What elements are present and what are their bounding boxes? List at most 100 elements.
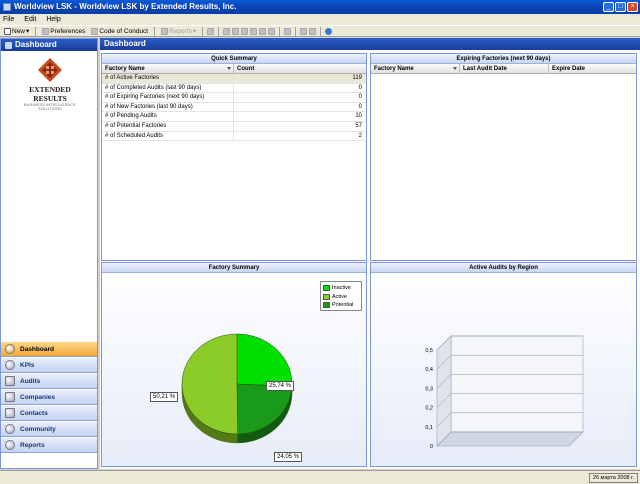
pie-slice-potential [236,383,293,435]
nav-item-companies[interactable]: Companies [1,389,97,405]
expiring-factories-header: Factory Name Last Audit Date Expire Date [371,64,636,74]
row-count: 10 [355,113,362,120]
legend-swatch-potential [323,302,330,309]
help-icon[interactable] [325,27,333,35]
logo-tagline: BUSINESS INTELLIGENCE SOLUTIONS [24,103,76,111]
pie-label-potential: 24,05 % [274,452,303,462]
pie-slice-inactive [236,333,293,387]
logo-mark-icon [38,58,62,82]
nav-item-kpis[interactable]: KPIs [1,357,97,373]
code-of-conduct-button[interactable]: Code of Conduct [89,27,150,35]
save-icon[interactable] [207,27,215,35]
quick-summary-header: Factory Name Count [102,64,366,74]
print-icon[interactable] [300,27,308,35]
table-row[interactable]: # of Active Factories 119 [102,74,366,84]
chart-back-wall [450,335,584,433]
preferences-button[interactable]: Preferences [40,27,87,35]
reports-icon [161,27,169,35]
pie-legend: Inactive Active Potential [320,281,362,311]
nav-label-reports: Reports [20,441,45,449]
navigation-menu: Dashboard KPIs Audits Companies Contacts… [1,341,97,453]
column-header-last-audit-date[interactable]: Last Audit Date [460,64,549,73]
print-preview-icon[interactable] [309,27,317,35]
reports-icon [5,440,15,450]
table-row[interactable]: # of Completed Audits (last 90 days) 0 [102,83,366,94]
menu-edit[interactable]: Edit [24,16,36,23]
factory-summary-panel: Factory Summary Inactive Active Potentia… [101,262,367,467]
dashboard-header: Dashboard [100,38,640,50]
legend-label: Active [332,293,347,300]
nav-item-contacts[interactable]: Contacts [1,405,97,421]
dropdown-arrow-icon: ▾ [192,28,197,35]
delete-icon[interactable] [284,27,292,35]
chart-floor [436,431,584,447]
preferences-icon [42,27,50,35]
nav-label-dashboard: Dashboard [20,345,54,353]
legend-label: Potential [332,302,354,309]
table-row[interactable]: # of Expiring Factories (next 90 days) 0 [102,93,366,103]
legend-item-inactive: Inactive [323,284,359,293]
toolbar-separator [154,26,156,36]
y-tick-label: 0,1 [425,425,433,431]
cut-icon[interactable] [241,27,249,35]
new-label: New [12,27,26,35]
sort-arrow-icon [453,67,457,70]
table-row[interactable]: # of Potential Factories 57 [102,121,366,132]
dashboard-icon [5,344,15,354]
toolbar: New ▾ Preferences Code of Conduct Report… [0,25,640,37]
column-header-count[interactable]: Count [234,64,365,73]
row-name: # of Pending Audits [102,112,234,121]
menu-help[interactable]: Help [46,16,60,23]
maximize-button[interactable]: □ [615,2,626,12]
menu-file[interactable]: File [3,16,14,23]
nav-item-dashboard[interactable]: Dashboard [1,341,97,357]
redo-icon[interactable] [232,27,240,35]
row-count: 119 [352,75,362,81]
toolbar-separator [218,26,220,36]
active-audits-title: Active Audits by Region [371,263,636,273]
companies-icon [5,392,15,402]
kpi-icon [5,360,15,370]
title-bar: Worldview LSK - Worldview LSK by Extende… [0,0,640,14]
y-tick-label: 0,2 [425,406,433,412]
copy-icon[interactable] [250,27,258,35]
paste-icon[interactable] [259,27,267,35]
row-name: # of Active Factories [102,74,234,83]
find-icon[interactable] [268,27,276,35]
preferences-label: Preferences [50,27,86,35]
navigation-pane: Dashboard EXTENDED RESULTS BUSINESS INTE… [0,38,98,469]
pie-label-active: 50,21 % [150,392,179,402]
column-header-expire-date[interactable]: Expire Date [549,64,636,73]
nav-label-kpis: KPIs [20,361,35,369]
chart-side-wall [436,335,452,447]
row-count: 2 [358,132,362,139]
column-header-factory-name-label: Factory Name [105,66,145,72]
toolbar-separator [202,26,204,36]
nav-item-reports[interactable]: Reports [1,437,97,453]
table-row[interactable]: # of Scheduled Audits 2 [102,131,366,142]
company-logo: EXTENDED RESULTS BUSINESS INTELLIGENCE S… [15,57,85,111]
new-button[interactable]: New ▾ [2,27,31,35]
column-header-factory-name[interactable]: Factory Name [102,64,234,73]
code-of-conduct-label: Code of Conduct [99,27,149,35]
undo-icon[interactable] [223,27,231,35]
active-audits-panel: Active Audits by Region 0 0,1 0,2 0,3 0,4 0,5 [370,262,637,467]
community-icon [5,424,15,434]
nav-item-audits[interactable]: Audits [1,373,97,389]
app-icon [3,3,11,11]
expiring-factories-title: Expiring Factories (next 90 days) [371,54,636,64]
minimize-button[interactable]: _ [603,2,614,12]
window-controls: _ □ × [603,2,638,12]
quick-summary-title: Quick Summary [102,54,366,64]
table-row[interactable]: # of Pending Audits 10 [102,112,366,122]
nav-label-companies: Companies [20,393,56,401]
nav-item-community[interactable]: Community [1,421,97,437]
reports-button[interactable]: Reports ▾ [159,27,198,35]
legend-swatch-active [323,293,330,300]
column-header-factory-name[interactable]: Factory Name [371,64,460,73]
y-tick-label: 0,4 [425,367,433,373]
table-row[interactable]: # of New Factories (last 90 days) 0 [102,102,366,113]
toolbar-separator [279,26,281,36]
navigation-pane-title: Dashboard [15,40,57,49]
close-button[interactable]: × [627,2,638,12]
